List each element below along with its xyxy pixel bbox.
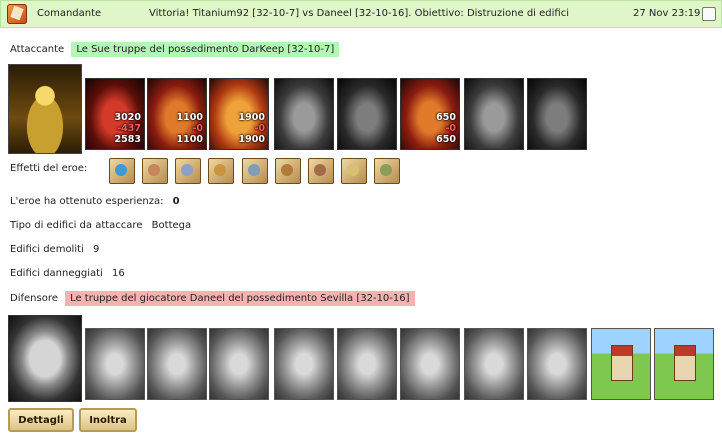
- unit-start-count: 1900: [238, 112, 265, 123]
- forward-button[interactable]: Inoltra: [79, 408, 137, 432]
- defender-unit-8: [527, 328, 587, 400]
- defender-unit-7: [464, 328, 524, 400]
- armor-icon[interactable]: [308, 158, 334, 184]
- damaged-value: 16: [112, 268, 125, 279]
- unit-end-count: 1900: [238, 134, 265, 145]
- attacker-unit-5: [337, 78, 397, 150]
- ring-icon[interactable]: [341, 158, 367, 184]
- attacker-unit-4: [274, 78, 334, 150]
- helmet-icon[interactable]: [242, 158, 268, 184]
- handshake-icon[interactable]: [142, 158, 168, 184]
- hero-effects-label: Effetti del eroe:: [10, 163, 88, 174]
- subject-text: Vittoria! Titanium92 [32-10-7] vs Daneel…: [149, 8, 569, 19]
- scroll-icon[interactable]: [208, 158, 234, 184]
- attacker-name: Le Sue truppe del possedimento DarKeep […: [71, 42, 340, 57]
- unit-loss-count: -0: [254, 123, 265, 134]
- unit-loss-count: -437: [117, 123, 141, 134]
- defender-shield-emblem: [8, 315, 82, 402]
- defender-unit-4: [274, 328, 334, 400]
- defender-unit-3: [209, 328, 269, 400]
- defender-tower-1: [591, 328, 651, 400]
- horned-helm-icon[interactable]: [275, 158, 301, 184]
- message-date: 27 Nov 23:19: [633, 8, 701, 19]
- damaged-row: Edifici danneggiati 16: [10, 268, 125, 279]
- experience-label: L'eroe ha ottenuto esperienza:: [10, 196, 164, 207]
- defender-unit-1: [85, 328, 145, 400]
- building-type-label: Tipo di edifici da attaccare: [10, 220, 143, 231]
- attacker-unit-7: [464, 78, 524, 150]
- unit-end-count: 1100: [176, 134, 203, 145]
- defender-unit-2: [147, 328, 207, 400]
- defender-unit-5: [337, 328, 397, 400]
- hero-portrait: [8, 64, 82, 154]
- unit-loss-count: -0: [445, 123, 456, 134]
- unit-start-count: 650: [436, 112, 456, 123]
- attacker-unit-6: 650 -0 650: [400, 78, 460, 150]
- attacker-unit-3: 1900 -0 1900: [209, 78, 269, 150]
- attacker-unit-8: [527, 78, 587, 150]
- building-type-value: Bottega: [151, 220, 192, 231]
- attacker-row: Attaccante Le Sue truppe del possediment…: [10, 42, 340, 57]
- defender-label: Difensore: [10, 293, 58, 304]
- attacker-unit-2: 1100 -0 1100: [147, 78, 207, 150]
- demolished-value: 9: [93, 244, 100, 255]
- battle-report-icon: [7, 4, 27, 24]
- unit-end-count: 2583: [114, 134, 141, 145]
- defender-tower-2: [654, 328, 714, 400]
- unit-start-count: 3020: [114, 112, 141, 123]
- defender-name: Le truppe del giocatore Daneel del posse…: [65, 291, 415, 306]
- unit-end-count: 650: [436, 134, 456, 145]
- unit-start-count: 1100: [176, 112, 203, 123]
- defender-unit-6: [400, 328, 460, 400]
- demolished-row: Edifici demoliti 9: [10, 244, 99, 255]
- gauntlet-icon[interactable]: [175, 158, 201, 184]
- defender-row: Difensore Le truppe del giocatore Daneel…: [10, 291, 415, 306]
- experience-row: L'eroe ha ottenuto esperienza: 0: [10, 196, 180, 207]
- attacker-unit-1: 3020 -437 2583: [85, 78, 145, 150]
- select-checkbox[interactable]: [702, 7, 716, 21]
- damaged-label: Edifici danneggiati: [10, 268, 103, 279]
- message-header: Comandante Vittoria! Titanium92 [32-10-7…: [0, 0, 722, 28]
- building-type-row: Tipo di edifici da attaccare Bottega: [10, 220, 191, 231]
- demolished-label: Edifici demoliti: [10, 244, 84, 255]
- unit-loss-count: -0: [192, 123, 203, 134]
- sword-icon[interactable]: [109, 158, 135, 184]
- experience-value: 0: [172, 196, 180, 207]
- spear-icon[interactable]: [374, 158, 400, 184]
- attacker-label: Attaccante: [10, 44, 65, 55]
- details-button[interactable]: Dettagli: [8, 408, 74, 432]
- sender-label: Comandante: [37, 8, 102, 19]
